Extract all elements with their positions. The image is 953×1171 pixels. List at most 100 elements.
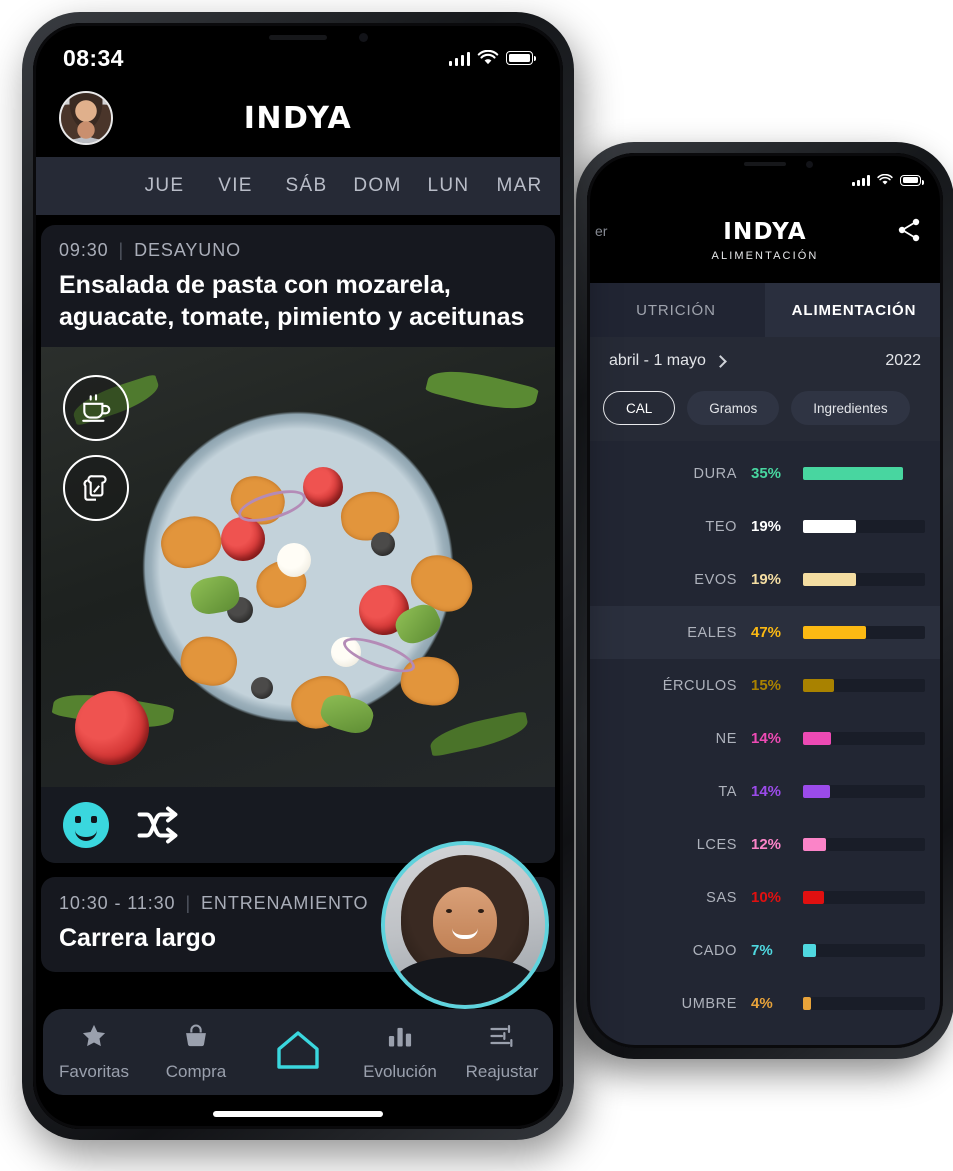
bar-fill (803, 838, 827, 851)
bar-row[interactable]: UMBRE 4% (587, 977, 943, 1030)
bar-row[interactable]: DURA 35% (587, 447, 943, 500)
bar-row[interactable]: SAS 10% (587, 871, 943, 924)
chip-ingredientes[interactable]: Ingredientes (791, 391, 910, 425)
chevron-right-icon[interactable] (714, 354, 727, 368)
bar-row[interactable]: NE 14% (587, 712, 943, 765)
tab-compra[interactable]: Compra (149, 1022, 243, 1082)
clipped-header-text: er (595, 223, 608, 239)
meal-card-header: 09:30 | DESAYUNO Ensalada de pasta con m… (41, 225, 555, 347)
bar-track (803, 520, 925, 533)
bar-row-value: 12% (751, 836, 782, 853)
bar-row[interactable]: TEO 19% (587, 500, 943, 553)
star-icon (80, 1022, 108, 1055)
bar-track (803, 679, 925, 692)
bar-track (803, 838, 925, 851)
phone-right: er INDYA ALIMENTACIÓN UTRICIÓN ALIMENTAC… (576, 142, 953, 1059)
tab-home[interactable] (251, 1029, 345, 1076)
bar-row-value: 14% (751, 783, 782, 800)
bar-row-label: LCES (696, 836, 737, 853)
training-type: ENTRENAMIENTO (201, 893, 369, 913)
bar-row-value: 10% (751, 889, 782, 906)
date-range-row[interactable]: abril - 1 mayo 2022 (587, 337, 943, 385)
tab-favoritas[interactable]: Favoritas (47, 1022, 141, 1082)
user-avatar[interactable] (59, 91, 113, 145)
meal-type: DESAYUNO (134, 240, 242, 260)
notch-right (695, 153, 835, 178)
tab-label: Compra (165, 1062, 227, 1081)
bar-row[interactable]: EALES 47% (587, 606, 943, 659)
bar-track (803, 944, 925, 957)
bar-fill (803, 626, 866, 639)
training-time: 10:30 - 11:30 (59, 893, 176, 913)
meal-photo[interactable] (41, 347, 555, 787)
meal-card[interactable]: 09:30 | DESAYUNO Ensalada de pasta con m… (41, 225, 555, 863)
bar-fill (803, 732, 832, 745)
bar-track (803, 626, 925, 639)
front-camera (359, 33, 368, 42)
home-indicator (213, 1111, 383, 1117)
tab-alimentacion[interactable]: ALIMENTACIÓN (765, 283, 943, 337)
bar-row-value: 35% (751, 465, 782, 482)
bar-chart-icon (386, 1022, 414, 1055)
day-tab-sáb[interactable]: SÁB (271, 175, 342, 197)
bar-row-value: 7% (751, 942, 773, 959)
basket-icon (182, 1022, 210, 1055)
day-selector: JUE VIE SÁB DOM LUN MAR (33, 157, 563, 215)
day-tab-jue[interactable]: JUE (129, 175, 200, 197)
bar-track (803, 785, 925, 798)
bar-row[interactable]: ÉRCULOS 15% (587, 659, 943, 712)
clock: 08:34 (63, 44, 124, 71)
chip-gramos[interactable]: Gramos (687, 391, 780, 425)
chip-cal[interactable]: CAL (603, 391, 676, 425)
day-tab-dom[interactable]: DOM (342, 175, 413, 197)
header-subtitle: ALIMENTACIÓN (711, 249, 819, 262)
bar-track (803, 997, 925, 1010)
bar-row-value: 14% (751, 730, 782, 747)
bread-slices-icon[interactable] (63, 455, 129, 521)
day-tab-mar[interactable]: MAR (484, 175, 555, 197)
bar-row[interactable]: TA 14% (587, 765, 943, 818)
smiley-face-icon[interactable] (63, 802, 109, 848)
section-tabs: UTRICIÓN ALIMENTACIÓN (587, 283, 943, 337)
wifi-icon (877, 174, 893, 185)
wifi-icon (477, 50, 499, 65)
bar-row-label: TEO (705, 518, 737, 535)
year-label: 2022 (885, 352, 921, 369)
bar-fill (803, 467, 904, 480)
notch-left (198, 23, 398, 57)
battery-icon (506, 51, 537, 65)
tab-reajustar[interactable]: Reajustar (455, 1022, 549, 1082)
bar-fill (803, 785, 830, 798)
bar-row-label: ÉRCULOS (662, 677, 737, 694)
coach-avatar[interactable] (381, 841, 549, 1009)
coffee-cup-icon[interactable] (63, 375, 129, 441)
brand-logo: INDYA (243, 100, 353, 136)
meal-title: Ensalada de pasta con mozarela, aguacate… (59, 271, 525, 331)
brand-logo: INDYA (723, 218, 807, 245)
bar-track (803, 467, 925, 480)
day-tab-vie[interactable]: VIE (200, 175, 271, 197)
bar-track (803, 891, 925, 904)
earpiece-speaker (269, 35, 327, 40)
day-tab-lun[interactable]: LUN (413, 175, 484, 197)
app-screen-right: er INDYA ALIMENTACIÓN UTRICIÓN ALIMENTAC… (587, 153, 943, 1048)
bar-fill (803, 520, 856, 533)
bar-row[interactable]: CADO 7% (587, 924, 943, 977)
front-camera (806, 161, 813, 168)
share-icon[interactable] (897, 217, 921, 243)
bar-row-label: NE (715, 730, 737, 747)
food-group-bar-chart: DURA 35% TEO 19% EVOS 19% EALES 47% ÉRCULOS 15% NE… (587, 441, 943, 1048)
tab-label: Reajustar (465, 1062, 539, 1081)
bar-row-label: CADO (692, 942, 737, 959)
bar-row-label: UMBRE (681, 995, 737, 1012)
bar-row[interactable]: LCES 12% (587, 818, 943, 871)
tab-evolucin[interactable]: Evolución (353, 1022, 447, 1082)
bar-row[interactable]: EVOS 19% (587, 553, 943, 606)
bar-fill (803, 997, 811, 1010)
tab-nutricion[interactable]: UTRICIÓN (587, 283, 765, 337)
phone-left: 08:34 INDYA JUE VIE SÁB DOM LUN MAR 09:3… (22, 12, 574, 1140)
meal-float-actions (63, 375, 129, 521)
shuffle-icon[interactable] (135, 801, 183, 849)
sliders-icon (488, 1022, 516, 1055)
bar-row-value: 47% (751, 624, 782, 641)
